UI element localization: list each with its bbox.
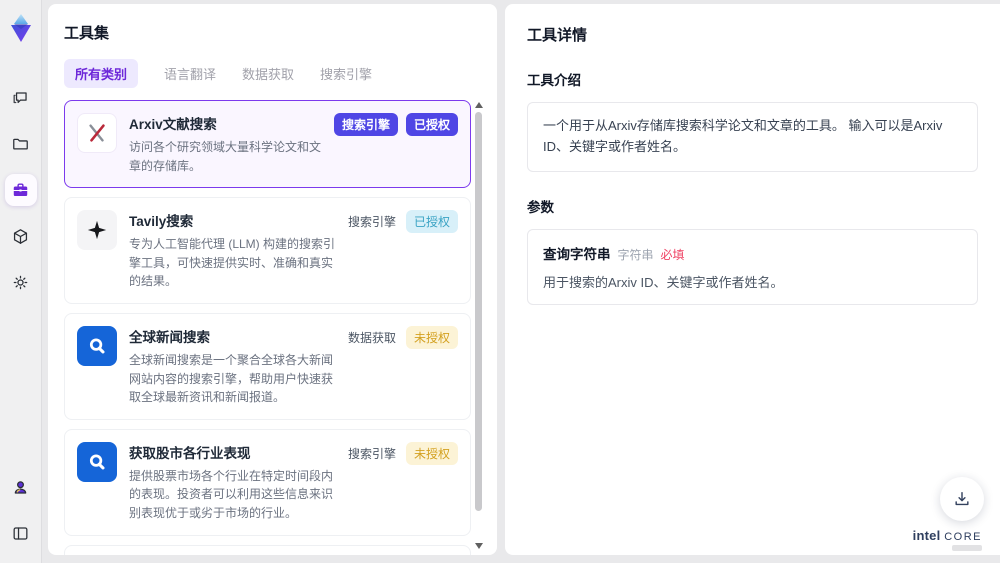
param-card: 查询字符串 字符串 必填 用于搜索的Arxiv ID、关键字或作者姓名。	[527, 228, 978, 305]
tab-language-translation[interactable]: 语言翻译	[164, 59, 216, 88]
tool-description: 全球新闻搜索是一个聚合全球各大新闻网站内容的搜索引擎，帮助用户快速获取全球最新资…	[129, 352, 334, 405]
brand-core-text: core	[944, 531, 982, 543]
tool-category-badge: 搜索引擎	[333, 113, 398, 136]
brand-intel-text: intel	[912, 528, 941, 543]
tool-card[interactable]: Tavily搜索 专为人工智能代理 (LLM) 构建的搜索引擎工具，可快速提供实…	[64, 197, 471, 304]
tab-data-acquisition[interactable]: 数据获取	[242, 59, 294, 88]
tool-icon	[77, 325, 117, 366]
rail-bottom	[5, 471, 37, 549]
tool-info: 全球新闻搜索 全球新闻搜索是一个聚合全球各大新闻网站内容的搜索引擎，帮助用户快速…	[129, 326, 336, 407]
tool-icon	[77, 210, 117, 251]
tool-auth-badge: 未授权	[405, 441, 458, 465]
tool-description: 访问各个研究领域大量科学论文和文章的存储库。	[129, 140, 322, 173]
tool-details-panel: 工具详情 工具介绍 一个用于从Arxiv存储库搜索科学论文和文章的工具。 输入可…	[505, 4, 1000, 555]
param-type: 字符串	[617, 247, 654, 262]
toolset-panel: 工具集 所有类别 语言翻译 数据获取 搜索引擎 Arxiv文献搜索 访问各个研究…	[48, 4, 497, 555]
toolbox-nav-icon[interactable]	[4, 174, 37, 206]
param-name: 查询字符串	[543, 246, 611, 262]
tool-badges: 搜索引擎 已授权	[333, 113, 458, 136]
tool-category-badge: 搜索引擎	[347, 215, 396, 230]
app-logo	[7, 12, 35, 44]
package-nav-icon[interactable]	[5, 220, 37, 252]
scroll-down-arrow-icon[interactable]	[475, 543, 483, 549]
tool-badges: 数据获取 未授权	[346, 325, 458, 349]
tool-category-badge: 数据获取	[347, 330, 396, 345]
tool-title: Arxiv文献搜索	[129, 117, 217, 132]
tool-info: 获取股市各行业表现 提供股票市场各个行业在特定时间段内的表现。投资者可以利用这些…	[129, 442, 336, 523]
intro-text: 一个用于从Arxiv存储库搜索科学论文和文章的工具。 输入可以是Arxiv ID…	[543, 118, 943, 154]
tool-description: 提供股票市场各个行业在特定时间段内的表现。投资者可以利用这些信息来识别表现优于或…	[129, 468, 334, 520]
folder-nav-icon[interactable]	[5, 128, 37, 160]
tool-card[interactable]: Arxiv文献搜索 访问各个研究领域大量科学论文和文章的存储库。 搜索引擎 已授…	[64, 100, 471, 189]
chat-nav-icon[interactable]	[5, 82, 37, 114]
tool-list-scrollbar[interactable]	[474, 100, 483, 551]
tool-card[interactable]: 全球新闻搜索 全球新闻搜索是一个聚合全球各大新闻网站内容的搜索引擎，帮助用户快速…	[64, 312, 471, 420]
tool-icon	[77, 441, 117, 482]
download-button[interactable]	[940, 477, 984, 521]
category-tabs: 所有类别 语言翻译 数据获取 搜索引擎	[64, 59, 483, 88]
news-search-logo-icon	[89, 338, 105, 354]
sidebar-collapse-icon[interactable]	[5, 517, 37, 549]
tab-search-engine[interactable]: 搜索引擎	[320, 59, 372, 88]
tool-info: Arxiv文献搜索 访问各个研究领域大量科学论文和文章的存储库。	[129, 113, 324, 175]
sparkle-icon	[87, 221, 107, 240]
param-head: 查询字符串 字符串 必填	[543, 243, 962, 263]
tool-auth-badge: 未授权	[405, 325, 458, 349]
tool-title: Tavily搜索	[129, 214, 194, 230]
page-title: 工具集	[64, 25, 110, 42]
params-heading: 参数	[527, 199, 554, 215]
tool-icon	[77, 113, 117, 153]
download-icon	[955, 492, 969, 506]
intro-heading: 工具介绍	[527, 73, 581, 88]
tool-card[interactable]: 获取市场最活跃股票信息 提供当天交易量最高的股票列表，投资者可以利用这些信息来识…	[64, 544, 471, 555]
tool-auth-badge: 已授权	[405, 113, 458, 136]
tool-list: Arxiv文献搜索 访问各个研究领域大量科学论文和文章的存储库。 搜索引擎 已授…	[64, 100, 483, 555]
scroll-thumb[interactable]	[475, 112, 482, 511]
user-avatar-icon[interactable]	[5, 471, 37, 503]
scroll-up-arrow-icon[interactable]	[475, 102, 483, 108]
settings-gear-icon[interactable]	[5, 266, 37, 298]
tool-info: Tavily搜索 专为人工智能代理 (LLM) 构建的搜索引擎工具，可快速提供实…	[129, 210, 336, 291]
intro-box: 一个用于从Arxiv存储库搜索科学论文和文章的工具。 输入可以是Arxiv ID…	[527, 102, 978, 172]
app-rail	[0, 0, 42, 563]
tool-card[interactable]: 获取股市各行业表现 提供股票市场各个行业在特定时间段内的表现。投资者可以利用这些…	[64, 428, 471, 536]
tool-title: 全球新闻搜索	[129, 329, 210, 345]
param-description: 用于搜索的Arxiv ID、关键字或作者姓名。	[543, 274, 784, 290]
tab-all-categories[interactable]: 所有类别	[64, 59, 139, 88]
tool-auth-badge: 已授权	[405, 210, 458, 234]
tool-cards-host: Arxiv文献搜索 访问各个研究领域大量科学论文和文章的存储库。 搜索引擎 已授…	[64, 100, 471, 555]
tool-description: 专为人工智能代理 (LLM) 构建的搜索引擎工具，可快速提供实时、准确和真实的结…	[129, 237, 336, 289]
intel-core-logo: intel core	[913, 528, 982, 551]
arxiv-logo-icon	[89, 124, 105, 142]
brand-fineprint	[952, 545, 982, 551]
news-search-logo-icon	[89, 454, 105, 470]
param-required-flag: 必填	[660, 247, 685, 262]
tool-category-badge: 搜索引擎	[347, 446, 396, 461]
tool-title: 获取股市各行业表现	[129, 445, 251, 461]
tool-badges: 搜索引擎 已授权	[346, 210, 458, 234]
details-title: 工具详情	[527, 27, 588, 44]
tool-badges: 搜索引擎 未授权	[346, 441, 458, 465]
rail-nav	[4, 82, 37, 298]
